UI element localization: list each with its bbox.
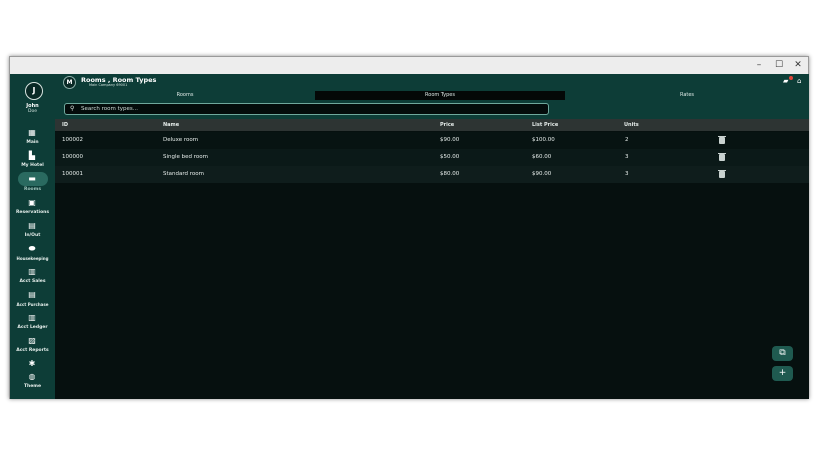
main-content: M Rooms , Room Types Main Company 69001 … <box>55 74 809 399</box>
column-header-name[interactable]: Name <box>163 119 179 131</box>
cell-id: 100000 <box>62 154 83 160</box>
page-subtitle: Main Company 69001 <box>89 83 128 87</box>
cell-id: 100002 <box>62 137 83 143</box>
tab-room-types[interactable]: Room Types <box>315 91 565 100</box>
cell-list-price: $60.00 <box>532 154 552 160</box>
calendar-icon: ▣ <box>28 198 36 207</box>
hotel-icon: ▙ <box>28 151 36 160</box>
sidebar-item-label: Main <box>26 140 39 145</box>
maximize-button[interactable]: ☐ <box>772 59 786 71</box>
user-last-name: Doe <box>28 109 37 114</box>
delete-icon[interactable] <box>718 170 726 178</box>
bank-icon: ▥ <box>28 313 36 322</box>
tab-rates[interactable]: Rates <box>565 91 809 100</box>
search-box[interactable]: ⚲ <box>64 103 549 115</box>
gear-icon: ✱ <box>28 359 36 368</box>
sidebar: J John Doe ▦ Main ▙ My Hotel ▬ Rooms ▣ R… <box>10 74 55 399</box>
home-icon[interactable]: ⌂ <box>797 77 801 85</box>
sidebar-item-label: Acct Sales <box>19 279 46 284</box>
cell-units: 3 <box>625 171 629 177</box>
cell-price: $50.00 <box>440 154 460 160</box>
tab-rooms[interactable]: Rooms <box>55 91 315 100</box>
column-header-price[interactable]: Price <box>440 119 454 131</box>
search-area: ⚲ <box>55 100 809 119</box>
sidebar-item-label: Rooms <box>23 187 41 192</box>
palette-icon: ◍ <box>28 372 36 381</box>
delete-icon[interactable] <box>718 153 726 161</box>
search-icon: ⚲ <box>70 105 75 112</box>
cell-units: 2 <box>625 137 629 143</box>
sidebar-item-label: My Hotel <box>21 163 44 168</box>
cell-price: $80.00 <box>440 171 460 177</box>
table-row[interactable]: 100000 Single bed room $50.00 $60.00 3 <box>55 149 809 166</box>
sidebar-item-label: Theme <box>23 384 42 389</box>
table-row[interactable]: 100002 Deluxe room $90.00 $100.00 2 <box>55 132 809 149</box>
table-header: ID Name Price List Price Units <box>55 119 809 131</box>
app-bar: M Rooms , Room Types Main Company 69001 … <box>55 74 809 91</box>
copy-button[interactable]: ⧉ <box>772 346 793 361</box>
window-titlebar: – ☐ ✕ <box>10 57 808 74</box>
notifications-icon[interactable]: ▰ <box>783 77 788 85</box>
column-header-list-price[interactable]: List Price <box>532 119 558 131</box>
cell-name: Single bed room <box>163 154 208 160</box>
close-button[interactable]: ✕ <box>791 59 805 71</box>
column-header-id[interactable]: ID <box>62 119 68 131</box>
bed-icon: ▬ <box>28 174 36 183</box>
cell-price: $90.00 <box>440 137 460 143</box>
sidebar-item-label: Housekeeping <box>16 256 49 261</box>
delete-icon[interactable] <box>718 136 726 144</box>
reports-icon: ▨ <box>28 336 36 345</box>
cell-units: 3 <box>625 154 629 160</box>
column-header-units[interactable]: Units <box>624 119 639 131</box>
cell-name: Standard room <box>163 171 204 177</box>
purchase-icon: ▤ <box>28 290 36 299</box>
cell-id: 100001 <box>62 171 83 177</box>
avatar[interactable]: J <box>25 82 43 100</box>
company-badge[interactable]: M <box>63 76 76 89</box>
cell-list-price: $100.00 <box>532 137 555 143</box>
minimize-button[interactable]: – <box>752 59 766 71</box>
app-window: – ☐ ✕ J John Doe ▦ Main ▙ My Hotel ▬ Roo… <box>9 56 809 399</box>
sidebar-item-label: Acct Ledger <box>17 325 48 330</box>
notification-dot <box>789 76 793 80</box>
sales-icon: ▥ <box>28 267 36 276</box>
housekeeping-icon: ⬬ <box>28 244 36 253</box>
sidebar-item-label: In/Out <box>24 233 41 238</box>
luggage-icon: ▤ <box>28 221 36 230</box>
sidebar-item-label: Reservations <box>15 210 50 215</box>
table-row[interactable]: 100001 Standard room $80.00 $90.00 3 <box>55 166 809 183</box>
add-button[interactable]: + <box>772 366 793 381</box>
sidebar-item-label: Acct Purchase <box>16 302 49 307</box>
search-input[interactable] <box>81 105 541 113</box>
cell-name: Deluxe room <box>163 137 199 143</box>
sidebar-item-label: Acct Reports <box>16 348 49 353</box>
tab-bar: Rooms Room Types Rates <box>55 91 809 100</box>
cell-list-price: $90.00 <box>532 171 552 177</box>
dashboard-icon: ▦ <box>28 128 36 137</box>
